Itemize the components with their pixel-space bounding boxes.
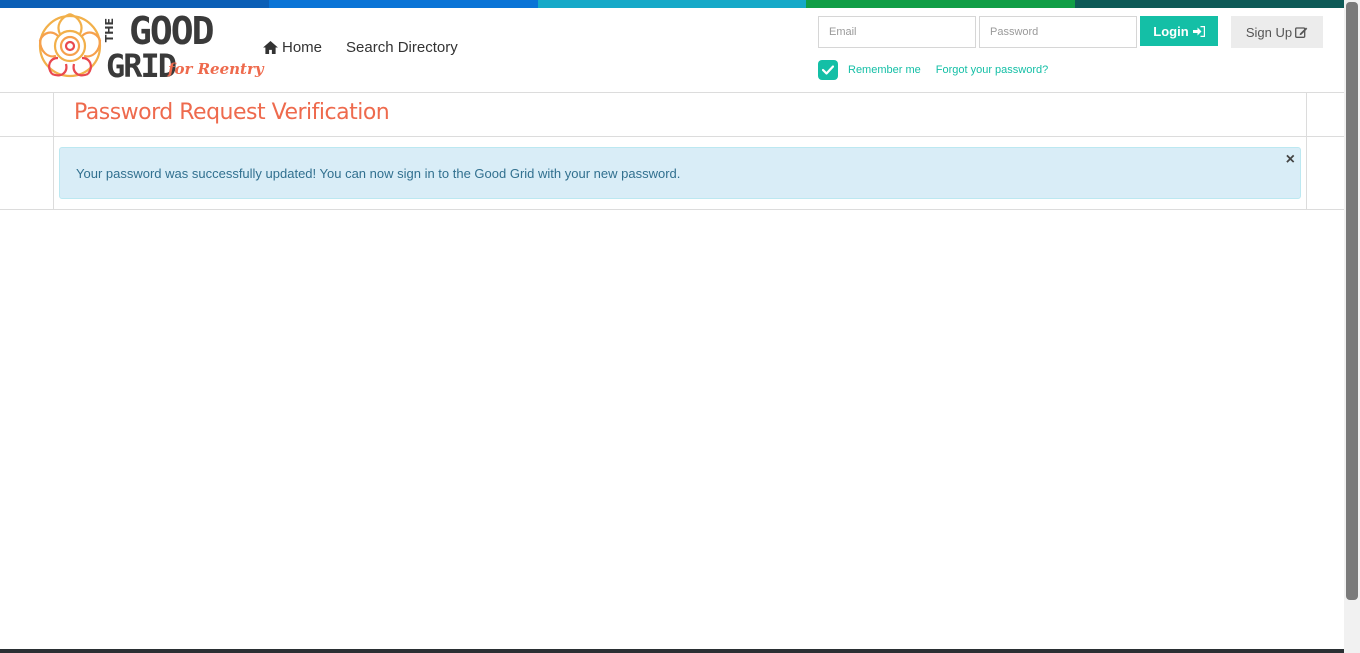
panel-right-border — [1306, 93, 1307, 210]
signup-button[interactable]: Sign Up — [1231, 16, 1323, 48]
alert-close-button[interactable]: × — [1286, 152, 1295, 168]
login-button[interactable]: Login — [1140, 16, 1218, 46]
home-icon — [263, 41, 278, 54]
flower-logo-icon — [38, 12, 102, 78]
site-header: THE GOOD GRID for Reentry Home Search Di… — [0, 8, 1344, 93]
checkmark-icon — [822, 65, 834, 75]
logo-word-the: THE — [103, 18, 116, 43]
page-title: Password Request Verification — [74, 100, 390, 125]
remember-row: Remember me Forgot your password? — [818, 60, 1048, 80]
remember-me-label[interactable]: Remember me — [848, 64, 921, 76]
footer-bar — [0, 649, 1344, 653]
stripe-segment-5 — [1075, 0, 1344, 8]
password-input[interactable] — [979, 16, 1137, 48]
nav-home-label: Home — [282, 39, 323, 56]
top-color-stripe — [0, 0, 1344, 8]
stripe-segment-1 — [0, 0, 269, 8]
forgot-password-link[interactable]: Forgot your password? — [936, 64, 1049, 76]
stripe-segment-2 — [268, 0, 538, 8]
site-logo[interactable]: THE GOOD GRID for Reentry — [34, 9, 264, 85]
logo-tagline: for Reentry — [168, 60, 264, 78]
nav-search-directory-label: Search Directory — [346, 39, 458, 56]
stripe-segment-4 — [806, 0, 1076, 8]
login-button-label: Login — [1153, 23, 1189, 39]
success-alert: Your password was successfully updated! … — [59, 147, 1301, 199]
scrollbar-thumb[interactable] — [1346, 2, 1358, 600]
panel-left-border — [53, 93, 54, 210]
edit-icon — [1295, 27, 1308, 38]
signup-button-label: Sign Up — [1245, 24, 1293, 40]
logo-word-good: GOOD — [129, 9, 215, 53]
email-input[interactable] — [818, 16, 976, 48]
main-nav: Home Search Directory — [263, 39, 482, 56]
logo-word-grid: GRID — [106, 47, 177, 85]
nav-home[interactable]: Home — [263, 39, 322, 56]
sign-in-icon — [1192, 25, 1205, 37]
stripe-segment-3 — [537, 0, 807, 8]
nav-search-directory[interactable]: Search Directory — [346, 39, 458, 56]
scrollbar-track[interactable] — [1344, 0, 1360, 653]
alert-message: Your password was successfully updated! … — [76, 165, 681, 181]
remember-me-checkbox[interactable] — [818, 60, 838, 80]
